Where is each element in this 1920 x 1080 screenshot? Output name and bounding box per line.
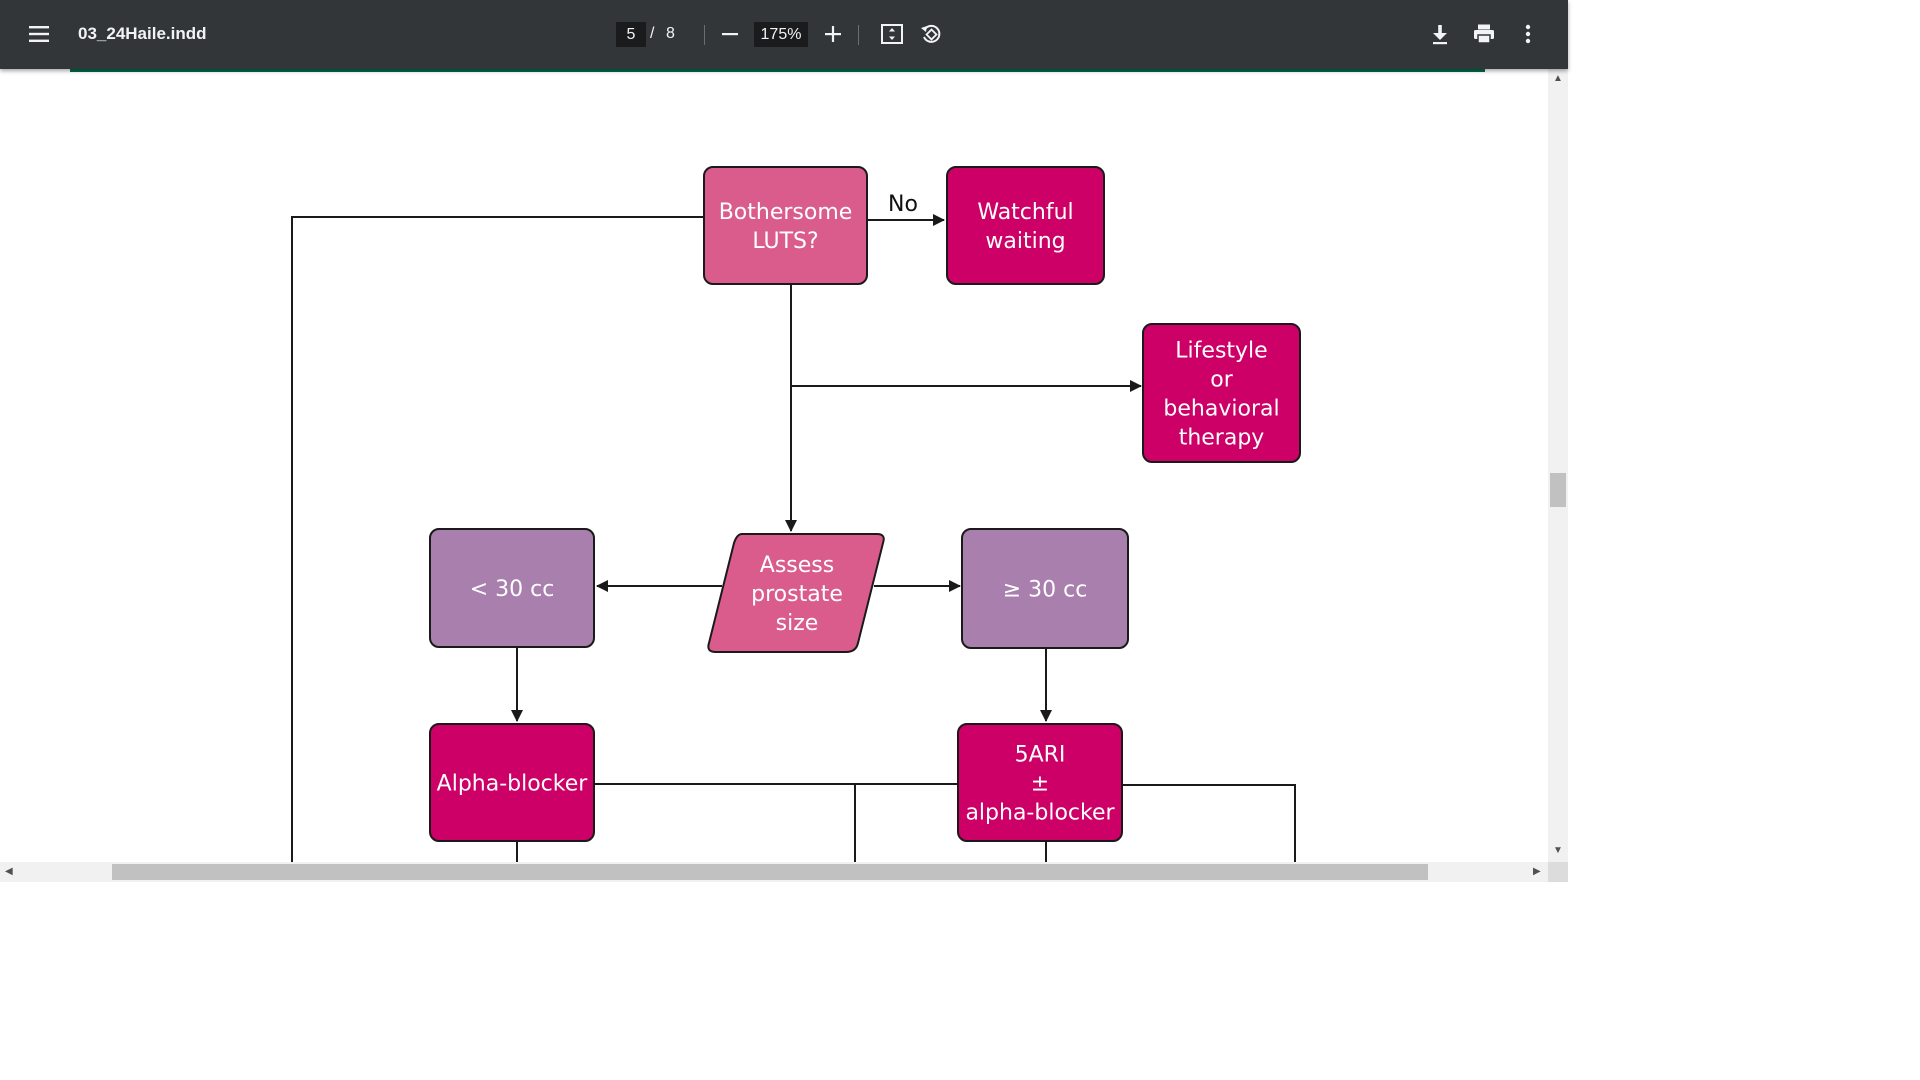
node-5ari-alpha-blocker: 5ARI ± alpha-blocker (957, 723, 1123, 842)
node-label-line: ≥ 30 cc (1003, 578, 1088, 603)
scroll-left-arrow-icon[interactable]: ◀ (5, 867, 13, 877)
node-watchful-waiting: Watchful waiting (946, 166, 1105, 285)
scroll-right-arrow-icon[interactable]: ▶ (1533, 867, 1541, 877)
node-label-line: alpha-blocker (965, 801, 1115, 826)
node-label-line: or (1210, 368, 1233, 393)
node-label-line: prostate (751, 582, 843, 607)
download-icon[interactable] (1422, 16, 1458, 52)
node-label-line: ± (1031, 772, 1049, 797)
vertical-scrollbar[interactable] (1548, 69, 1568, 862)
rotate-icon[interactable] (913, 16, 949, 52)
node-label-line: Assess (760, 553, 834, 578)
node-more-30cc: ≥ 30 cc (961, 528, 1129, 649)
node-label-line: 5ARI (1015, 743, 1066, 768)
node-label-line: waiting (985, 229, 1065, 254)
node-alpha-blocker: Alpha-blocker (429, 723, 595, 842)
node-label-line: < 30 cc (470, 577, 555, 602)
edge-label-no: No (888, 192, 918, 217)
node-label-line: Bothersome (719, 200, 853, 225)
node-label-line: behavioral (1163, 397, 1279, 422)
vertical-scrollbar-thumb[interactable] (1550, 473, 1566, 507)
node-label-line: size (776, 611, 819, 636)
node-label-line: LUTS? (752, 229, 818, 254)
zoom-input[interactable]: 175% (754, 22, 808, 47)
node-less-30cc: < 30 cc (429, 528, 595, 648)
scroll-up-arrow-icon[interactable]: ▲ (1553, 74, 1563, 84)
more-vert-icon[interactable] (1510, 16, 1546, 52)
page-separator: / (650, 25, 655, 42)
horizontal-scrollbar-thumb[interactable] (112, 864, 1428, 880)
node-assess-prostate-size: Assess prostate size (707, 533, 885, 653)
toolbar-divider (704, 25, 705, 45)
scrollbar-corner (1548, 862, 1568, 882)
pdf-toolbar: 03_24Haile.indd 5 / 8 175% (0, 0, 1568, 69)
node-label-line: Alpha-blocker (437, 772, 589, 797)
print-icon[interactable] (1466, 16, 1502, 52)
edge-5ari-right (1122, 784, 1296, 862)
current-page-input[interactable]: 5 (616, 22, 646, 47)
fit-page-icon[interactable] (874, 16, 910, 52)
scroll-down-arrow-icon[interactable]: ▼ (1553, 846, 1563, 856)
toolbar-divider (858, 25, 859, 45)
document-viewport[interactable]: No Bothersome LUTS? Watchful waiting Lifes… (0, 69, 1548, 862)
node-lifestyle-therapy: Lifestyle or behavioral therapy (1142, 323, 1301, 463)
hamburger-menu-icon[interactable] (21, 16, 57, 52)
node-bothersome-luts: Bothersome LUTS? (703, 166, 868, 285)
total-pages: 8 (666, 25, 675, 42)
node-label-line: therapy (1179, 426, 1265, 451)
svg-text:≥ 30 cc: ≥ 30 cc (1003, 578, 1088, 603)
zoom-out-icon[interactable] (712, 16, 748, 52)
svg-text:Alpha-blocker: Alpha-blocker (437, 772, 589, 797)
node-label-line: Lifestyle (1175, 339, 1267, 364)
flowchart-diagram: No Bothersome LUTS? Watchful waiting Lifes… (291, 166, 1301, 862)
svg-text:< 30 cc: < 30 cc (470, 577, 555, 602)
node-label-line: Watchful (977, 200, 1073, 225)
document-title: 03_24Haile.indd (78, 24, 207, 43)
zoom-in-icon[interactable] (815, 16, 851, 52)
